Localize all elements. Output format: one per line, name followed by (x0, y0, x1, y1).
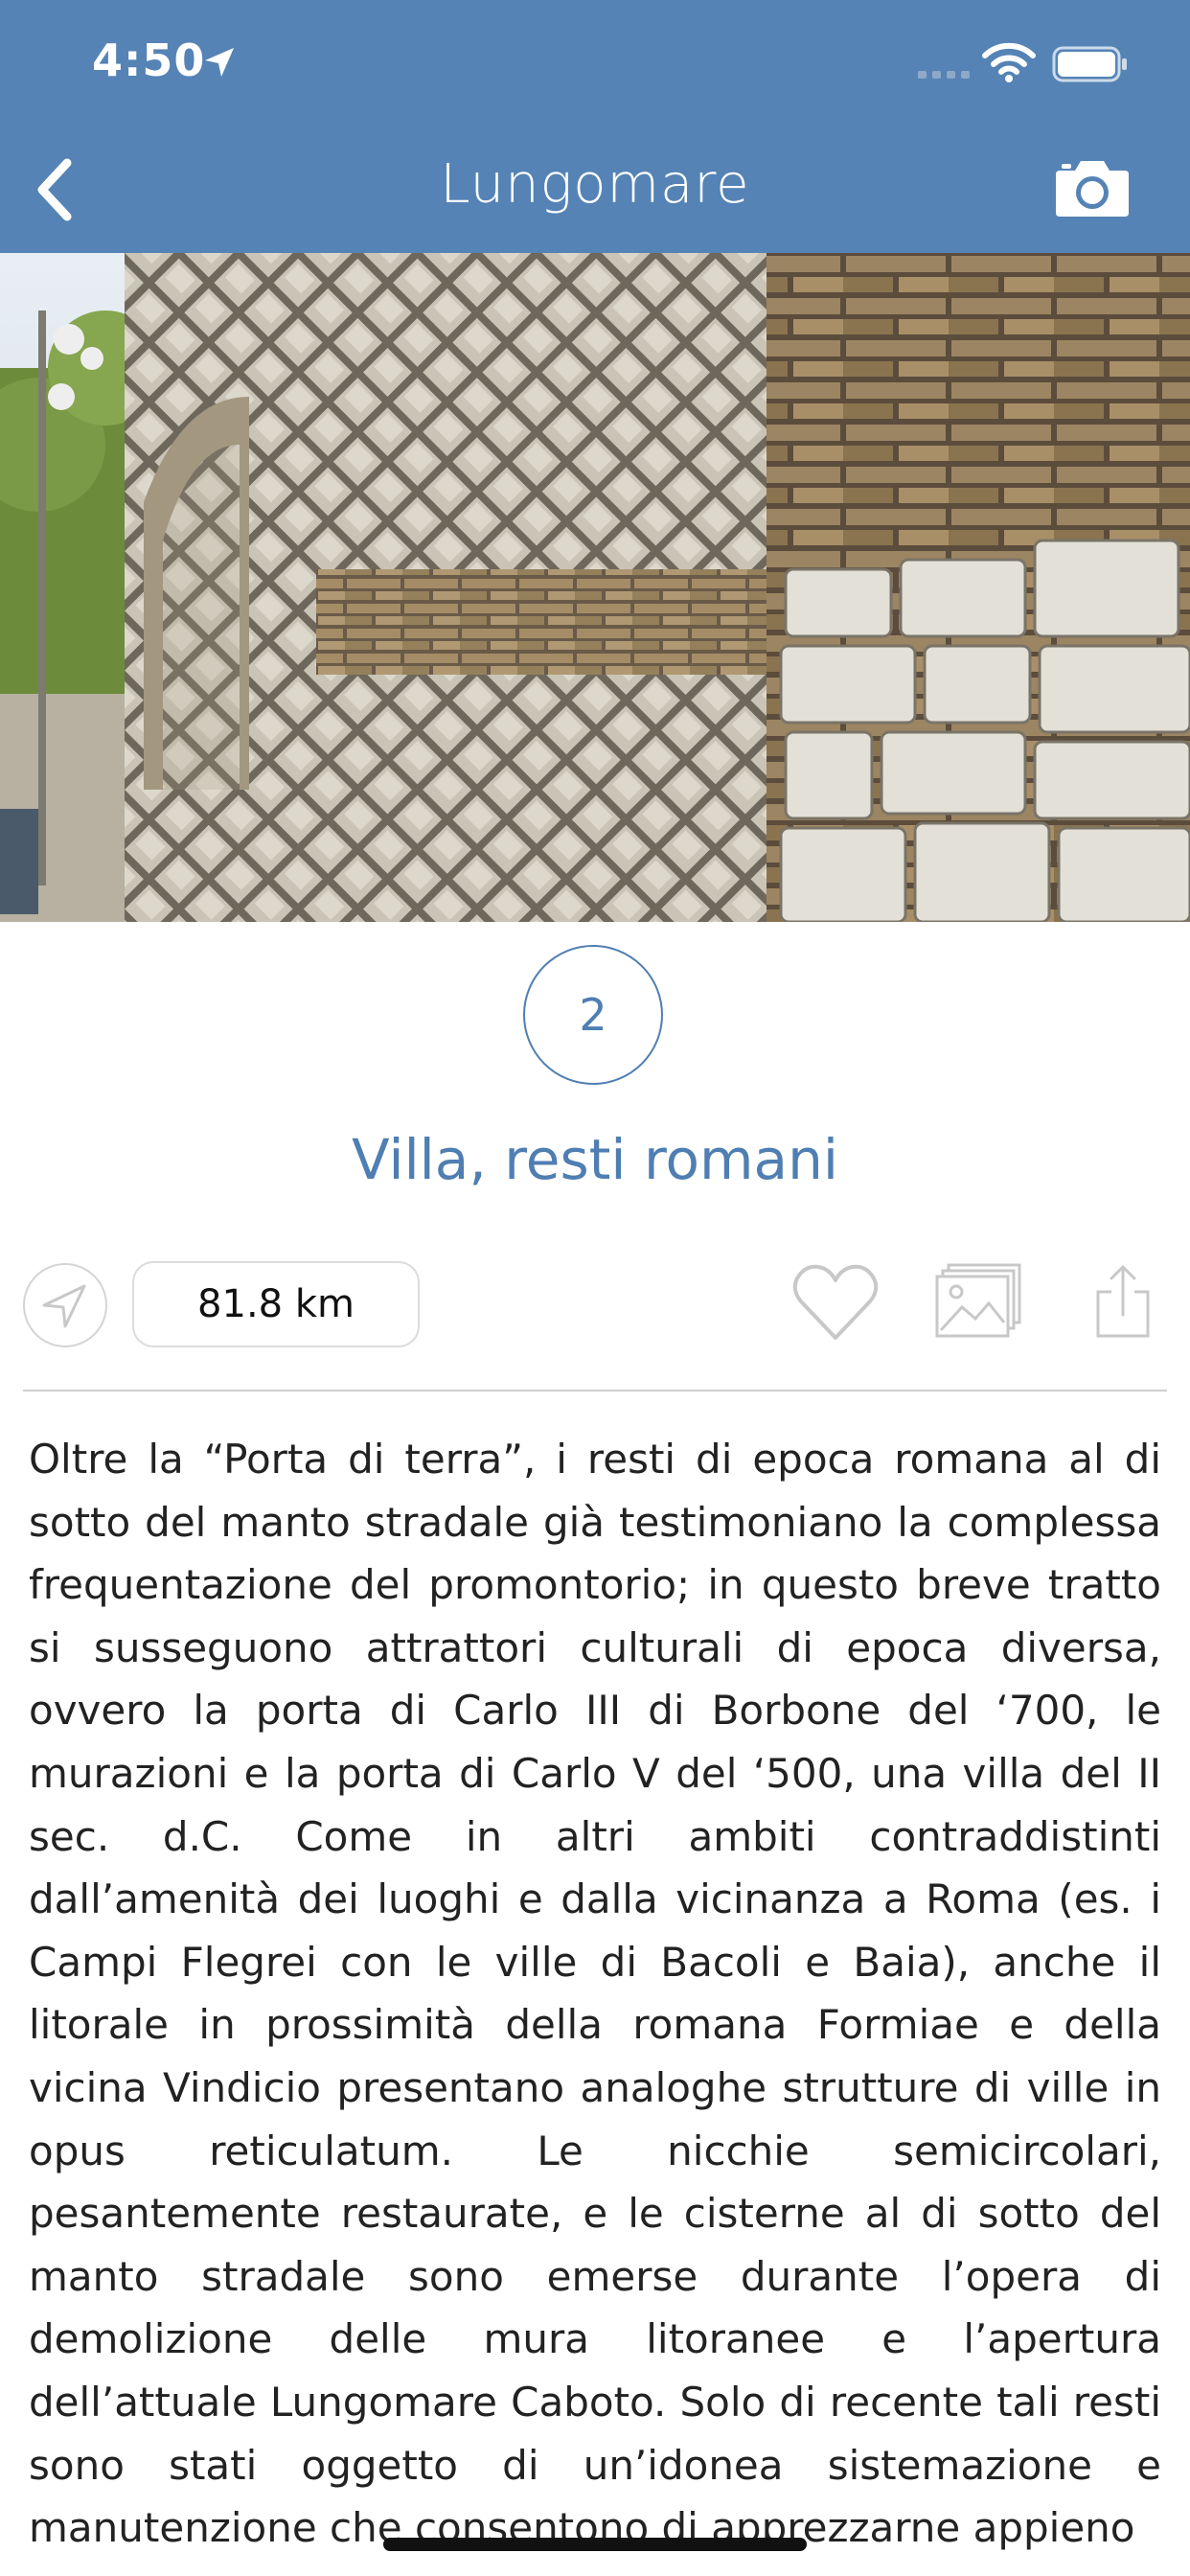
signal-icon (918, 71, 970, 79)
description-text: Oltre la “Porta di terra”, i resti di ep… (29, 1436, 1161, 2552)
hero-image (0, 253, 1190, 922)
battery-icon (1052, 46, 1127, 82)
divider (23, 1390, 1167, 1392)
navigation-arrow-icon (42, 1284, 86, 1328)
share-icon[interactable] (1092, 1263, 1154, 1340)
home-indicator[interactable] (383, 2538, 807, 2551)
poi-title: Villa, resti romani (352, 1127, 838, 1192)
status-time: 4:50 (92, 34, 206, 86)
navigate-button[interactable] (23, 1263, 107, 1347)
page-title: Lungomare (440, 153, 750, 216)
heart-icon[interactable] (791, 1263, 880, 1344)
location-arrow-icon (205, 48, 234, 77)
wifi-icon (982, 42, 1036, 82)
gallery-icon[interactable] (935, 1263, 1023, 1340)
camera-icon[interactable] (1054, 157, 1131, 218)
distance-label: 81.8 km (132, 1261, 420, 1347)
navigation-header: 4:50 Lungomare (0, 0, 1190, 253)
poi-number-badge: 2 (523, 945, 663, 1085)
